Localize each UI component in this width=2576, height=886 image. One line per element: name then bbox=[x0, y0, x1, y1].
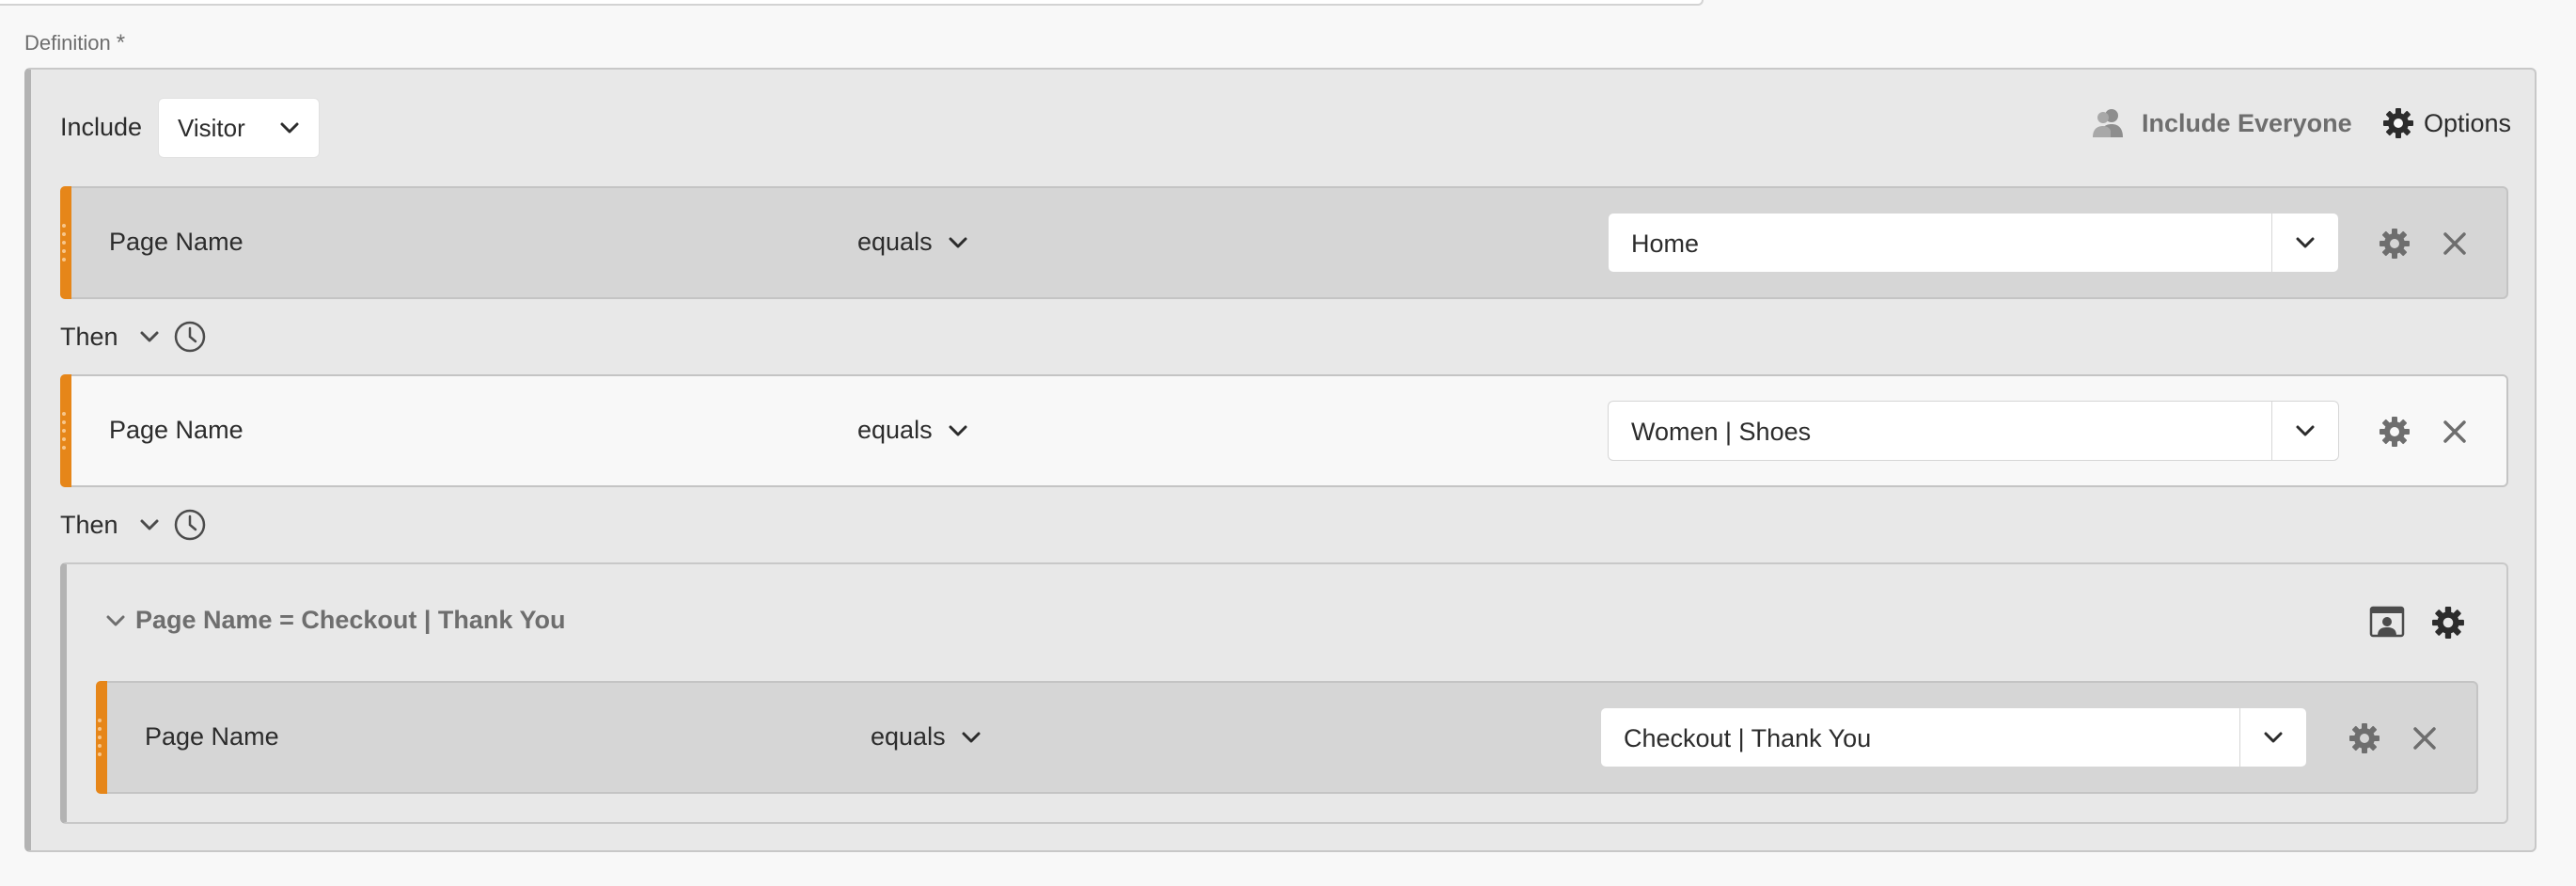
close-icon[interactable] bbox=[2442, 231, 2467, 256]
then-connector: Then bbox=[60, 508, 207, 542]
rule-operator-dropdown[interactable]: equals bbox=[857, 228, 968, 257]
chevron-down-icon bbox=[949, 237, 967, 247]
include-everyone-button[interactable]: Include Everyone bbox=[2091, 107, 2352, 139]
rule-dimension[interactable]: Page Name bbox=[109, 228, 243, 257]
gear-icon[interactable] bbox=[2431, 606, 2465, 640]
rule-value[interactable]: Home bbox=[1631, 229, 1699, 259]
rule-operator-dropdown[interactable]: equals bbox=[857, 416, 968, 445]
chevron-down-icon bbox=[962, 732, 981, 742]
rule-drag-handle[interactable] bbox=[60, 374, 71, 487]
rule-drag-handle[interactable] bbox=[60, 186, 71, 299]
rule-dimension[interactable]: Page Name bbox=[145, 722, 279, 752]
clock-icon[interactable] bbox=[173, 508, 207, 542]
chevron-down-icon bbox=[280, 122, 299, 134]
context-picker[interactable]: Visitor bbox=[158, 98, 320, 158]
include-everyone-label: Include Everyone bbox=[2142, 108, 2352, 137]
rule-drag-handle[interactable] bbox=[96, 681, 107, 794]
rule-operator-label: equals bbox=[857, 228, 933, 256]
rule-operator-label: equals bbox=[857, 416, 933, 444]
options-label: Options bbox=[2424, 108, 2512, 137]
users-icon bbox=[2093, 109, 2123, 137]
context-picker-value: Visitor bbox=[178, 113, 245, 142]
chevron-down-icon bbox=[2296, 425, 2315, 436]
rule-value[interactable]: Women | Shoes bbox=[1631, 418, 1811, 447]
person-frame-icon[interactable] bbox=[2369, 606, 2405, 640]
chevron-down-icon bbox=[2264, 732, 2283, 743]
rule-operator-label: equals bbox=[871, 722, 946, 751]
clock-icon[interactable] bbox=[173, 320, 207, 354]
rule-row[interactable]: Page Name equals Home bbox=[60, 186, 2508, 299]
rule-row[interactable]: Page Name equals Checkout | Thank You bbox=[96, 681, 2478, 794]
previous-field-edge bbox=[0, 0, 1704, 6]
rule-row[interactable]: Page Name equals Women | Shoes bbox=[60, 374, 2508, 487]
chevron-down-icon[interactable] bbox=[139, 329, 160, 344]
options-button[interactable]: Options bbox=[2382, 107, 2511, 139]
gear-icon[interactable] bbox=[2379, 416, 2411, 448]
chevron-down-icon[interactable] bbox=[105, 613, 126, 628]
gear-icon[interactable] bbox=[2348, 722, 2380, 754]
rule-value[interactable]: Checkout | Thank You bbox=[1624, 724, 1871, 753]
close-icon[interactable] bbox=[2412, 726, 2437, 751]
chevron-down-icon bbox=[2296, 237, 2315, 248]
required-mark: * bbox=[116, 30, 126, 55]
rule-operator-dropdown[interactable]: equals bbox=[871, 722, 982, 752]
rule-value-combobox[interactable]: Women | Shoes bbox=[1608, 401, 2339, 461]
nested-container-title: Page Name = Checkout | Thank You bbox=[135, 606, 566, 634]
rule-value-dropdown-button[interactable] bbox=[2239, 708, 2306, 767]
gear-icon[interactable] bbox=[2379, 228, 2411, 260]
chevron-down-icon bbox=[949, 425, 967, 435]
close-icon[interactable] bbox=[2442, 419, 2467, 444]
then-label: Then bbox=[60, 322, 118, 351]
definition-label-text: Definition bbox=[24, 31, 111, 55]
nested-container-header[interactable]: Page Name = Checkout | Thank You bbox=[105, 606, 565, 635]
then-label: Then bbox=[60, 510, 118, 539]
definition-label: Definition * bbox=[24, 30, 125, 56]
include-label: Include bbox=[60, 113, 143, 141]
rule-value-combobox[interactable]: Checkout | Thank You bbox=[1600, 707, 2307, 767]
gear-icon bbox=[2383, 108, 2413, 138]
rule-value-dropdown-button[interactable] bbox=[2271, 214, 2338, 272]
rule-value-combobox[interactable]: Home bbox=[1608, 213, 2339, 273]
rule-value-dropdown-button[interactable] bbox=[2271, 402, 2338, 460]
then-connector: Then bbox=[60, 320, 207, 354]
rule-dimension[interactable]: Page Name bbox=[109, 416, 243, 445]
chevron-down-icon[interactable] bbox=[139, 517, 160, 532]
